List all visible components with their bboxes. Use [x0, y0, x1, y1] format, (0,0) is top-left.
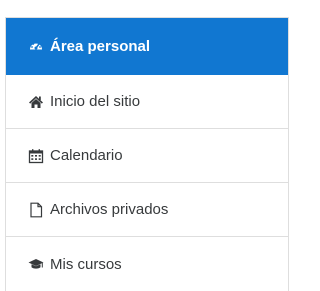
graduation-cap-icon	[28, 256, 44, 272]
file-icon	[28, 202, 44, 218]
nav-item-mis-cursos[interactable]: Mis cursos	[6, 237, 288, 291]
calendar-icon	[28, 148, 44, 164]
nav-item-label: Archivos privados	[50, 201, 169, 218]
nav-item-label: Área personal	[50, 37, 151, 55]
nav-item-archivos-privados[interactable]: Archivos privados	[6, 183, 288, 237]
nav-item-label: Mis cursos	[50, 255, 122, 273]
home-icon	[28, 94, 44, 110]
nav-drawer: Área personal Inicio del sitio Calendari…	[5, 17, 289, 291]
nav-item-inicio-del-sitio[interactable]: Inicio del sitio	[6, 75, 288, 129]
nav-item-label: Inicio del sitio	[50, 93, 141, 110]
nav-item-area-personal[interactable]: Área personal	[6, 18, 288, 75]
nav-item-calendario[interactable]: Calendario	[6, 129, 288, 183]
dashboard-icon	[28, 38, 44, 54]
window-frame: Área personal Inicio del sitio Calendari…	[0, 0, 299, 291]
nav-item-label: Calendario	[50, 147, 123, 164]
